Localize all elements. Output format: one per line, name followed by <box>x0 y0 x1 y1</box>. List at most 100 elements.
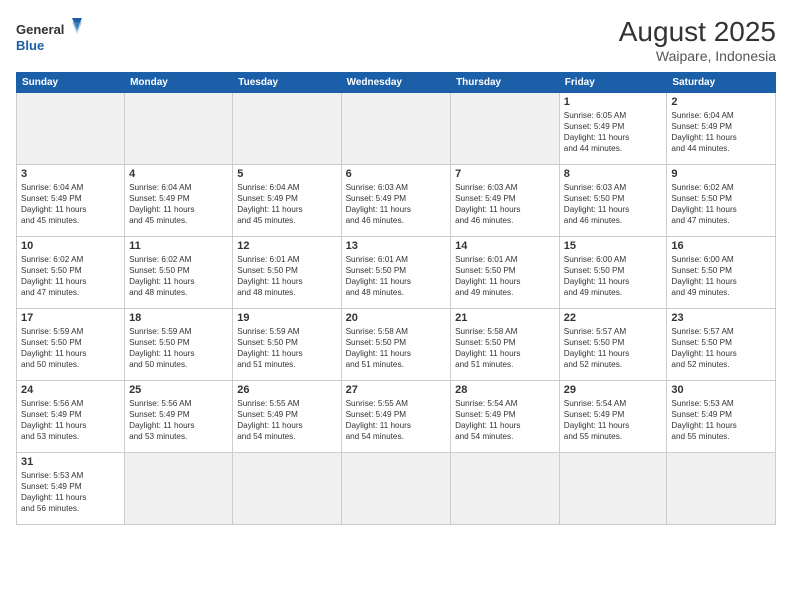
day-info: Sunrise: 6:04 AMSunset: 5:49 PMDaylight:… <box>129 182 228 226</box>
day-number: 16 <box>671 240 771 252</box>
day-number: 5 <box>237 168 336 180</box>
day-number: 15 <box>564 240 663 252</box>
day-number: 1 <box>564 96 663 108</box>
day-number: 31 <box>21 456 120 468</box>
table-cell <box>17 93 125 165</box>
day-info: Sunrise: 6:03 AMSunset: 5:49 PMDaylight:… <box>346 182 447 226</box>
day-number: 18 <box>129 312 228 324</box>
day-number: 24 <box>21 384 120 396</box>
day-number: 9 <box>671 168 771 180</box>
table-cell: 26 Sunrise: 5:55 AMSunset: 5:49 PMDayligh… <box>233 381 341 453</box>
table-cell <box>341 453 451 525</box>
day-info: Sunrise: 6:03 AMSunset: 5:50 PMDaylight:… <box>564 182 663 226</box>
table-cell: 14 Sunrise: 6:01 AMSunset: 5:50 PMDayligh… <box>451 237 560 309</box>
day-number: 20 <box>346 312 447 324</box>
day-number: 25 <box>129 384 228 396</box>
day-number: 21 <box>455 312 555 324</box>
table-cell: 12 Sunrise: 6:01 AMSunset: 5:50 PMDayligh… <box>233 237 341 309</box>
day-number: 26 <box>237 384 336 396</box>
day-number: 2 <box>671 96 771 108</box>
table-cell: 27 Sunrise: 5:55 AMSunset: 5:49 PMDayligh… <box>341 381 451 453</box>
calendar-header-row: Sunday Monday Tuesday Wednesday Thursday… <box>17 73 776 93</box>
title-block: August 2025 Waipare, Indonesia <box>619 16 776 64</box>
table-cell <box>125 93 233 165</box>
table-cell <box>451 93 560 165</box>
day-number: 22 <box>564 312 663 324</box>
day-info: Sunrise: 5:55 AMSunset: 5:49 PMDaylight:… <box>346 398 447 442</box>
table-cell: 10Sunrise: 6:02 AMSunset: 5:50 PMDayligh… <box>17 237 125 309</box>
col-tuesday: Tuesday <box>233 73 341 93</box>
col-thursday: Thursday <box>451 73 560 93</box>
table-cell: 13Sunrise: 6:01 AMSunset: 5:50 PMDayligh… <box>341 237 451 309</box>
day-info: Sunrise: 6:01 AMSunset: 5:50 PMDaylight:… <box>237 254 336 298</box>
table-cell: 1 Sunrise: 6:05 AMSunset: 5:49 PMDaylight… <box>559 93 667 165</box>
table-cell <box>559 453 667 525</box>
table-cell: 2 Sunrise: 6:04 AMSunset: 5:49 PMDaylight… <box>667 93 776 165</box>
logo-svg: General Blue <box>16 16 86 56</box>
table-cell: 28 Sunrise: 5:54 AMSunset: 5:49 PMDayligh… <box>451 381 560 453</box>
table-cell: 19Sunrise: 5:59 AMSunset: 5:50 PMDayligh… <box>233 309 341 381</box>
day-info: Sunrise: 6:00 AMSunset: 5:50 PMDaylight:… <box>671 254 771 298</box>
day-info: Sunrise: 6:00 AMSunset: 5:50 PMDaylight:… <box>564 254 663 298</box>
calendar: Sunday Monday Tuesday Wednesday Thursday… <box>16 72 776 525</box>
day-info: Sunrise: 5:58 AMSunset: 5:50 PMDaylight:… <box>346 326 447 370</box>
table-cell <box>233 453 341 525</box>
day-info: Sunrise: 6:01 AMSunset: 5:50 PMDaylight:… <box>455 254 555 298</box>
day-number: 27 <box>346 384 447 396</box>
day-info: Sunrise: 5:59 AMSunset: 5:50 PMDaylight:… <box>129 326 228 370</box>
day-number: 30 <box>671 384 771 396</box>
table-cell <box>667 453 776 525</box>
table-cell: 8 Sunrise: 6:03 AMSunset: 5:50 PMDaylight… <box>559 165 667 237</box>
day-info: Sunrise: 5:53 AMSunset: 5:49 PMDaylight:… <box>21 470 120 514</box>
day-number: 10 <box>21 240 120 252</box>
day-number: 13 <box>346 240 447 252</box>
day-info: Sunrise: 5:55 AMSunset: 5:49 PMDaylight:… <box>237 398 336 442</box>
col-friday: Friday <box>559 73 667 93</box>
day-number: 11 <box>129 240 228 252</box>
table-cell: 31 Sunrise: 5:53 AMSunset: 5:49 PMDayligh… <box>17 453 125 525</box>
day-info: Sunrise: 5:53 AMSunset: 5:49 PMDaylight:… <box>671 398 771 442</box>
table-cell: 5 Sunrise: 6:04 AMSunset: 5:49 PMDaylight… <box>233 165 341 237</box>
col-sunday: Sunday <box>17 73 125 93</box>
month-year: August 2025 <box>619 16 776 48</box>
day-info: Sunrise: 6:03 AMSunset: 5:49 PMDaylight:… <box>455 182 555 226</box>
day-info: Sunrise: 5:54 AMSunset: 5:49 PMDaylight:… <box>564 398 663 442</box>
table-cell: 15 Sunrise: 6:00 AMSunset: 5:50 PMDayligh… <box>559 237 667 309</box>
day-number: 14 <box>455 240 555 252</box>
table-cell <box>451 453 560 525</box>
day-info: Sunrise: 5:54 AMSunset: 5:49 PMDaylight:… <box>455 398 555 442</box>
table-cell: 3 Sunrise: 6:04 AMSunset: 5:49 PMDaylight… <box>17 165 125 237</box>
day-info: Sunrise: 5:56 AMSunset: 5:49 PMDaylight:… <box>21 398 120 442</box>
day-info: Sunrise: 6:05 AMSunset: 5:49 PMDaylight:… <box>564 110 663 154</box>
svg-text:General: General <box>16 22 64 37</box>
table-cell: 9Sunrise: 6:02 AMSunset: 5:50 PMDaylight… <box>667 165 776 237</box>
location: Waipare, Indonesia <box>619 48 776 64</box>
table-cell: 4Sunrise: 6:04 AMSunset: 5:49 PMDaylight… <box>125 165 233 237</box>
day-info: Sunrise: 6:04 AMSunset: 5:49 PMDaylight:… <box>237 182 336 226</box>
table-cell: 6 Sunrise: 6:03 AMSunset: 5:49 PMDaylight… <box>341 165 451 237</box>
day-number: 3 <box>21 168 120 180</box>
table-cell: 30 Sunrise: 5:53 AMSunset: 5:49 PMDayligh… <box>667 381 776 453</box>
day-info: Sunrise: 6:04 AMSunset: 5:49 PMDaylight:… <box>21 182 120 226</box>
table-cell: 7 Sunrise: 6:03 AMSunset: 5:49 PMDaylight… <box>451 165 560 237</box>
day-number: 12 <box>237 240 336 252</box>
table-cell: 24 Sunrise: 5:56 AMSunset: 5:49 PMDayligh… <box>17 381 125 453</box>
day-info: Sunrise: 5:56 AMSunset: 5:49 PMDaylight:… <box>129 398 228 442</box>
day-number: 8 <box>564 168 663 180</box>
page: General Blue August 2025 Waipare, Indone… <box>0 0 792 612</box>
table-cell: 18 Sunrise: 5:59 AMSunset: 5:50 PMDayligh… <box>125 309 233 381</box>
table-cell: 21 Sunrise: 5:58 AMSunset: 5:50 PMDayligh… <box>451 309 560 381</box>
logo: General Blue <box>16 16 86 56</box>
day-number: 23 <box>671 312 771 324</box>
day-number: 28 <box>455 384 555 396</box>
day-info: Sunrise: 5:59 AMSunset: 5:50 PMDaylight:… <box>21 326 120 370</box>
day-info: Sunrise: 6:04 AMSunset: 5:49 PMDaylight:… <box>671 110 771 154</box>
table-cell: 29 Sunrise: 5:54 AMSunset: 5:49 PMDayligh… <box>559 381 667 453</box>
day-info: Sunrise: 5:58 AMSunset: 5:50 PMDaylight:… <box>455 326 555 370</box>
day-number: 7 <box>455 168 555 180</box>
day-info: Sunrise: 5:59 AMSunset: 5:50 PMDaylight:… <box>237 326 336 370</box>
table-cell <box>341 93 451 165</box>
day-number: 6 <box>346 168 447 180</box>
day-number: 29 <box>564 384 663 396</box>
table-cell: 16 Sunrise: 6:00 AMSunset: 5:50 PMDayligh… <box>667 237 776 309</box>
